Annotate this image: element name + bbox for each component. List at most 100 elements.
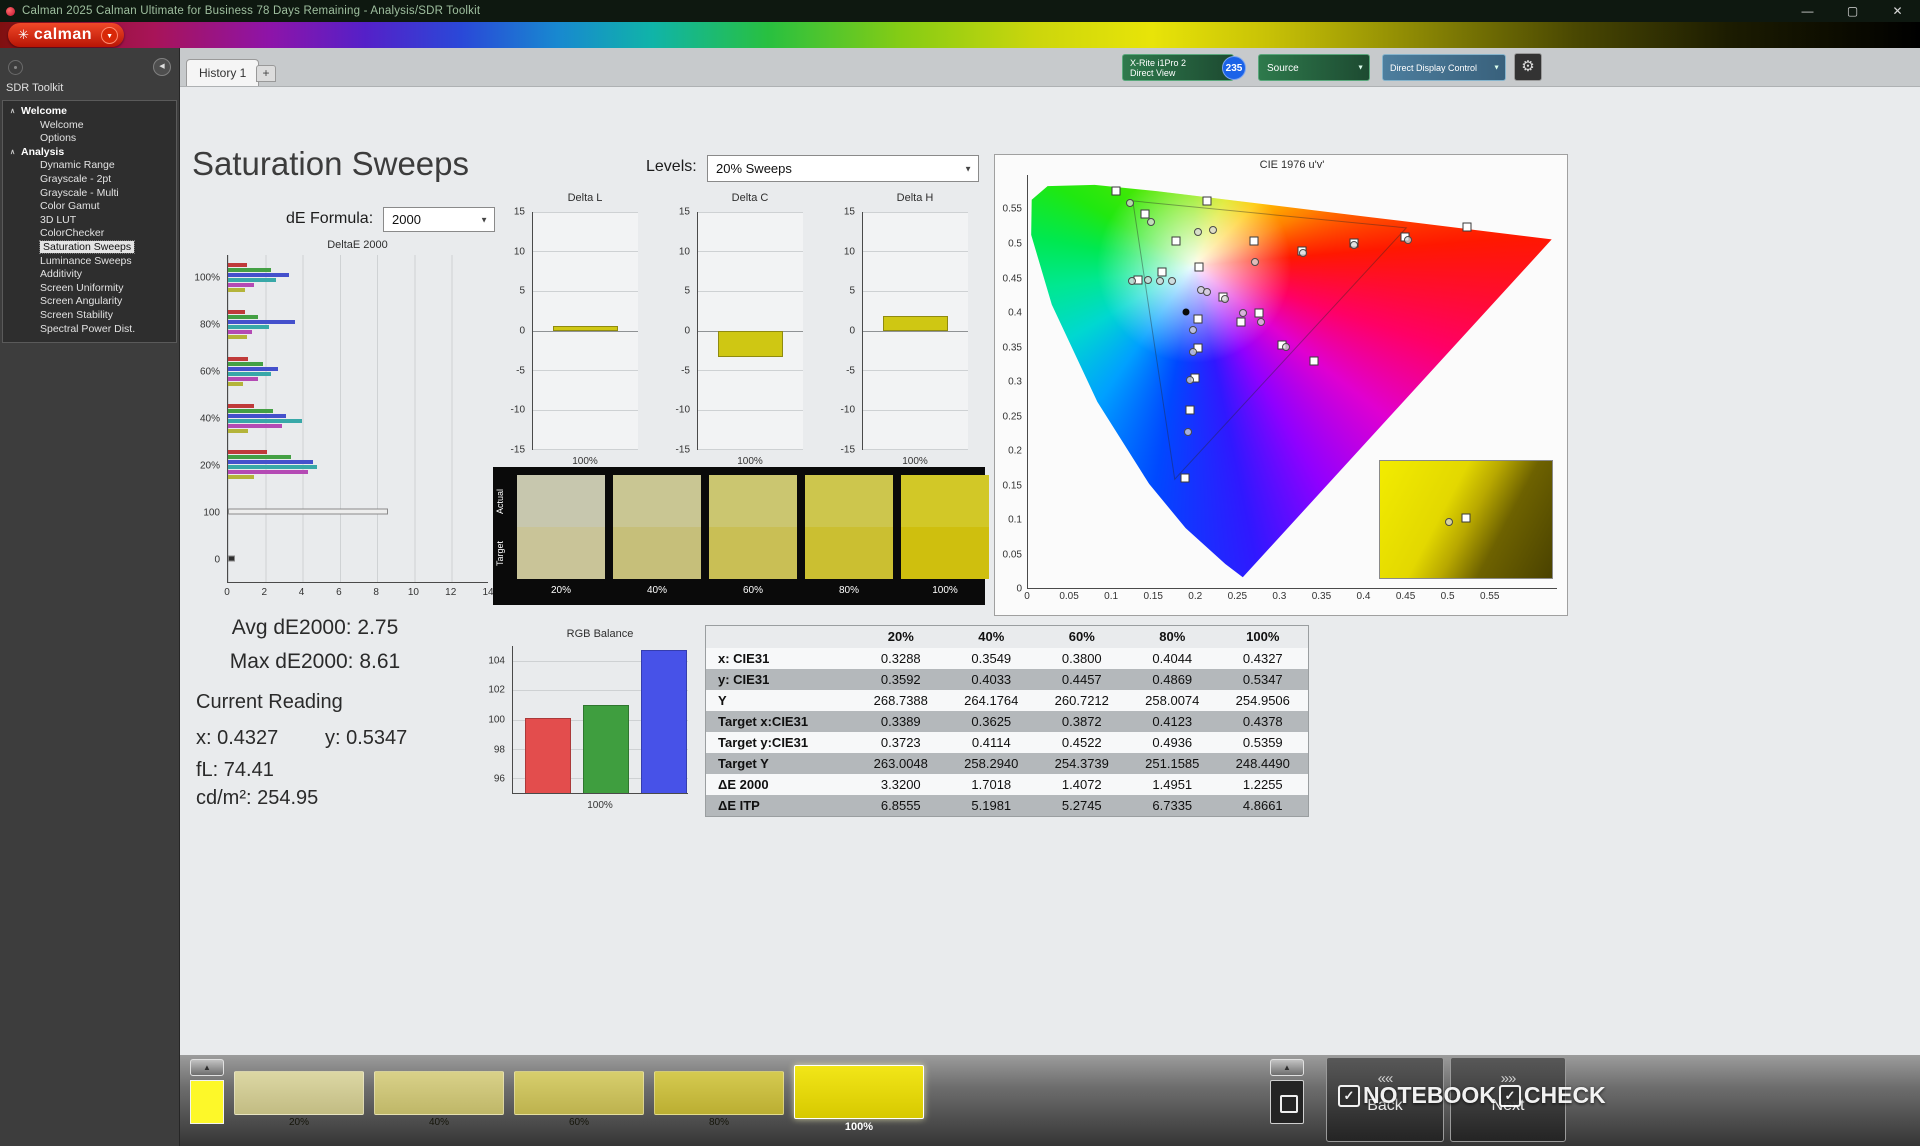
sweep-patch-20[interactable]: 20%	[234, 1065, 364, 1135]
sweep-patch-40[interactable]: 40%	[374, 1065, 504, 1135]
sidebar-item-luminance-sweeps[interactable]: Luminance Sweeps	[3, 255, 176, 269]
cell-value: 0.4936	[1152, 735, 1193, 750]
deltae-bar	[228, 465, 318, 470]
minimize-button[interactable]: —	[1785, 0, 1830, 22]
de-formula-select[interactable]: 2000 ▼	[383, 207, 495, 232]
deltae-bar	[228, 325, 269, 330]
row-label: ΔE ITP	[718, 798, 760, 813]
chevron-down-icon: ▼	[1493, 64, 1500, 71]
back-button[interactable]: «« Back	[1326, 1057, 1444, 1142]
target-row-label: Target	[495, 540, 505, 566]
cie-measurement-marker	[1257, 318, 1266, 327]
tab-history-1[interactable]: History 1	[186, 59, 260, 86]
deltae-y-tick-label: 100	[203, 507, 220, 519]
sidebar-item-saturation-sweeps[interactable]: Saturation Sweeps	[3, 239, 176, 255]
deltae-xlabels: 0 2 4 6 8 10 12 14	[224, 587, 493, 601]
delta-l-y-tick-label: -5	[516, 365, 525, 377]
sidebar-item-3d-lut[interactable]: 3D LUT	[3, 214, 176, 228]
sweep-swatch-label: 80%	[838, 585, 859, 596]
settings-button[interactable]: ⚙	[1514, 53, 1542, 81]
sidebar-item-options[interactable]: Options	[3, 132, 176, 146]
display-control-select[interactable]: Direct Display Control ▼	[1382, 54, 1506, 81]
delta-c-y-tick-label: 10	[678, 246, 690, 258]
deltae-x-tick-label: 0	[224, 587, 230, 598]
sidebar-item-welcome[interactable]: ∧ Welcome	[3, 105, 176, 119]
sidebar-item-spectral-power-dist[interactable]: Spectral Power Dist.	[3, 323, 176, 337]
chart-title: Delta C	[731, 192, 769, 204]
sidebar-item-dynamic-range[interactable]: Dynamic Range	[3, 159, 176, 173]
sweep-swatch-label: 40%	[646, 585, 667, 596]
cell-value: 0.3389	[880, 714, 921, 729]
target-swatch	[901, 527, 989, 579]
sidebar-item-colorchecker[interactable]: ColorChecker	[3, 227, 176, 241]
deltae-bar	[228, 403, 254, 408]
chart-title: Delta L	[567, 192, 603, 204]
deltae-bar	[228, 268, 271, 273]
close-button[interactable]: ✕	[1875, 0, 1920, 22]
reading-y: y: 0.5347	[325, 727, 408, 749]
sidebar-item-screen-angularity[interactable]: Screen Angularity	[3, 295, 176, 309]
gridline	[863, 330, 968, 332]
sidebar-options-icon[interactable]	[8, 60, 23, 75]
pattern-fullscreen-button[interactable]	[1270, 1080, 1304, 1124]
deltae-bar	[228, 408, 273, 413]
sweep-patch-60[interactable]: 60%	[514, 1065, 644, 1135]
logo-dropdown-arrow[interactable]: ▼	[101, 26, 119, 44]
sweep-patch-100[interactable]: 100%	[794, 1065, 924, 1135]
delta-h-y-tick-label: -5	[846, 365, 855, 377]
deltae-bar	[228, 283, 254, 288]
sidebar-item-screen-stability[interactable]: Screen Stability	[3, 309, 176, 323]
sidebar-item-color-gamut[interactable]: Color Gamut	[3, 200, 176, 214]
calman-logo-button[interactable]: ✳ calman ▼	[8, 23, 125, 47]
delta-l-y-tick-label: -15	[510, 444, 525, 456]
sidebar-item-analysis[interactable]: ∧ Analysis	[3, 146, 176, 160]
source-select[interactable]: Source ▼	[1258, 54, 1370, 81]
target-swatch	[613, 527, 701, 579]
sidebar-collapse-button[interactable]: ◀	[153, 58, 171, 76]
cie-target-marker	[1193, 314, 1203, 324]
maximize-button[interactable]: ▢	[1830, 0, 1875, 22]
gridline	[698, 449, 803, 450]
sidebar-item-label: Screen Stability	[40, 308, 113, 321]
de-summary: Avg dE2000: 2.75 Max dE2000: 8.61	[198, 611, 432, 679]
next-button[interactable]: »» Next	[1450, 1057, 1566, 1142]
pattern-source-eject-button[interactable]: ▲	[1270, 1059, 1304, 1076]
cie-x-tick-label: 0.05	[1059, 591, 1079, 602]
cell-value: 3.3200	[880, 777, 921, 792]
rgb-y-tick-label: 96	[493, 773, 505, 785]
cie-y-tick-label: 0.4	[1008, 307, 1022, 319]
sweep-patch-row: 20% 40% 60% 80% 100%	[234, 1065, 924, 1135]
sweep-patch-80[interactable]: 80%	[654, 1065, 784, 1135]
delta-c-y-tick-label: 15	[678, 206, 690, 218]
cie-y-tick-label: 0.1	[1008, 514, 1022, 526]
cie-y-tick-label: 0.45	[1002, 273, 1022, 284]
deltae-x-tick-label: 2	[261, 587, 268, 598]
actual-swatch	[709, 475, 797, 527]
row-label: ΔE 2000	[718, 777, 769, 792]
sidebar-item-welcome[interactable]: Welcome	[3, 119, 176, 133]
results-table-col-60: 60%	[1068, 629, 1095, 644]
results-table-header: 20% 40% 60% 80% 100%	[706, 626, 1308, 648]
cell-value: 0.4044	[1152, 651, 1193, 666]
deltae-bar-group	[228, 555, 488, 562]
current-pattern-swatch[interactable]	[190, 1080, 224, 1124]
cell-value: 0.4522	[1061, 735, 1102, 750]
cie-measurement-marker	[1189, 325, 1198, 334]
cie-target-marker	[1202, 196, 1212, 206]
results-table-col-20: 20%	[887, 629, 914, 644]
sidebar-item-grayscale-2pt[interactable]: Grayscale - 2pt	[3, 173, 176, 187]
levels-label: Levels:	[646, 158, 697, 175]
sidebar-item-grayscale-multi[interactable]: Grayscale - Multi	[3, 187, 176, 201]
pattern-window-eject-button[interactable]: ▲	[190, 1059, 224, 1076]
add-tab-button[interactable]: +	[256, 65, 276, 82]
deltae-bar	[228, 371, 271, 376]
cell-value: 268.7388	[873, 693, 928, 708]
sidebar-item-label: Dynamic Range	[40, 159, 115, 172]
sidebar-item-additivity[interactable]: Additivity	[3, 268, 176, 282]
meter-select[interactable]: X-Rite i1Pro 2 Direct View ▼	[1122, 54, 1234, 81]
sidebar-item-screen-uniformity[interactable]: Screen Uniformity	[3, 282, 176, 296]
deltae-bar	[228, 273, 290, 278]
gridline	[533, 290, 638, 292]
levels-select[interactable]: 20% Sweeps ▼	[707, 155, 979, 182]
deltae-bar	[228, 278, 277, 283]
